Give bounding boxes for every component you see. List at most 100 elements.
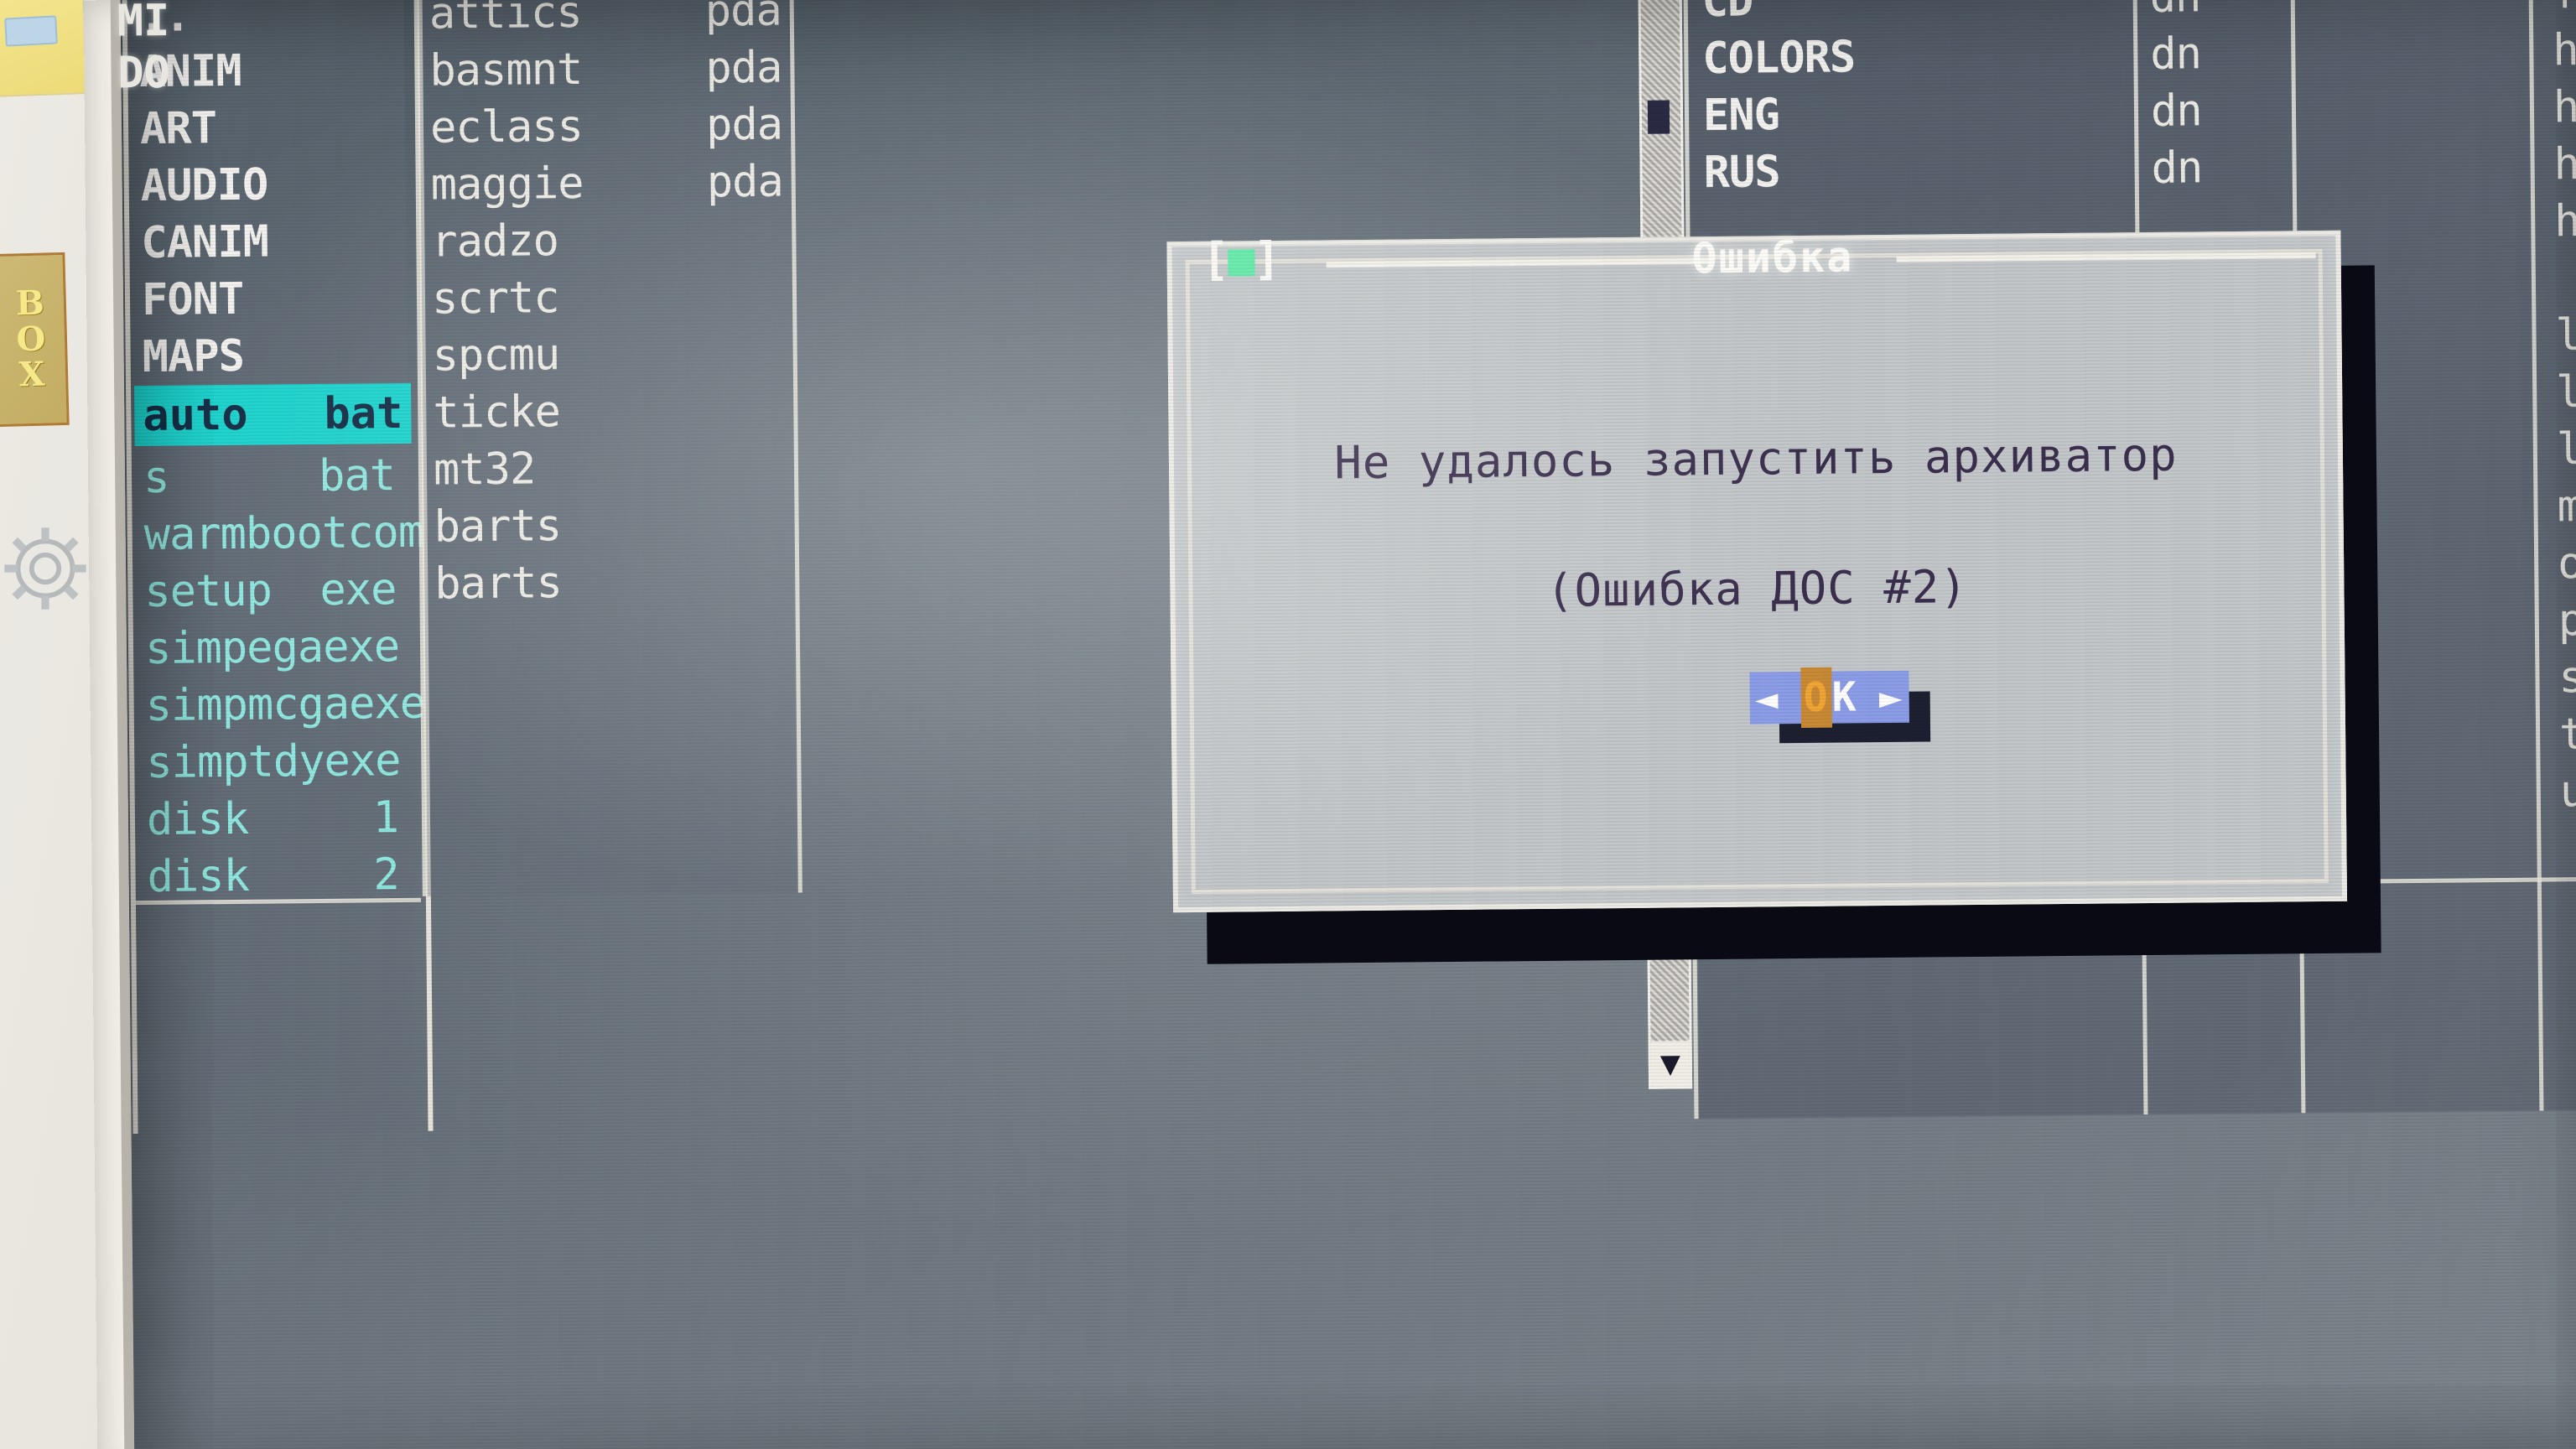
file-ext: prg xyxy=(2558,595,2576,647)
list-item[interactable]: barts xyxy=(434,494,787,558)
file-ext: swp xyxy=(2558,652,2576,704)
list-item[interactable]: basmnt pda xyxy=(429,38,782,101)
file-name: barts xyxy=(434,501,562,553)
ok-label-rest: K xyxy=(1831,673,1858,721)
file-ext: hlp xyxy=(2553,195,2576,247)
title-rule-right xyxy=(1896,252,2316,262)
list-item[interactable]: radzo xyxy=(431,209,784,273)
file-name: attics xyxy=(428,0,582,39)
list-item[interactable]: simpmcga exe xyxy=(145,673,425,736)
file-ext: com xyxy=(346,506,424,558)
list-item[interactable]: ENG xyxy=(1703,81,2123,146)
file-name: spcmu xyxy=(432,330,560,382)
list-item[interactable]: simptdy exe xyxy=(146,730,401,793)
box-sticker: B O X xyxy=(0,252,70,428)
file-name: CANIM xyxy=(141,216,269,268)
list-item[interactable]: COLORS xyxy=(1702,24,2122,89)
file-name: AUDIO xyxy=(140,159,268,211)
file-ext: hg xyxy=(2553,24,2576,76)
list-item-ext: dn xyxy=(2150,23,2277,85)
list-item-ext: hlp xyxy=(2553,132,2576,195)
list-item[interactable]: s bat xyxy=(143,445,396,508)
file-name: disk xyxy=(146,793,249,845)
list-item-ext: mnu xyxy=(2557,475,2576,537)
title-rule-left xyxy=(1326,257,1712,268)
file-ext: pda xyxy=(705,99,783,151)
box-sticker-letter-b: B xyxy=(15,283,45,324)
dialog-message-line1: Не удалось запустить архиватор xyxy=(1333,428,2178,490)
file-name: simpega xyxy=(144,621,324,674)
yellow-sticker xyxy=(0,0,88,97)
file-ext: ovr xyxy=(2557,538,2576,589)
list-item[interactable]: ART xyxy=(140,96,392,159)
file-name: FONT xyxy=(141,273,244,325)
ok-hotkey: O xyxy=(1800,667,1833,728)
file-ext: bat xyxy=(318,450,396,501)
list-item[interactable]: eclass pda xyxy=(430,95,783,158)
file-name: mt32 xyxy=(433,444,536,496)
list-item[interactable]: disk 1 xyxy=(147,787,399,850)
crt-screen: .. ANIM ART AUDIO CANIM FONT MAPS auto b… xyxy=(120,0,2576,1449)
ok-arrow-left-icon: ◄ xyxy=(1754,675,1780,721)
dos-navigator-app: .. ANIM ART AUDIO CANIM FONT MAPS auto b… xyxy=(121,0,2576,1449)
ok-button[interactable]: ◄ O K ► xyxy=(1749,667,1909,728)
file-ext: exe xyxy=(348,678,426,730)
list-item[interactable]: spcmu xyxy=(432,323,785,387)
file-name: barts xyxy=(434,558,563,610)
list-item[interactable]: mt32 xyxy=(434,437,787,501)
file-ext: hlp xyxy=(2553,138,2576,190)
file-ext: dn xyxy=(2150,29,2202,80)
list-item-ext: hlp xyxy=(2554,190,2576,252)
list-item[interactable]: RUS xyxy=(1703,138,2123,203)
list-item[interactable]: scrtc xyxy=(432,266,785,330)
list-item[interactable]: CANIM xyxy=(141,210,393,273)
list-item[interactable]: simpega exe xyxy=(144,616,400,679)
edge-label-line1: MI xyxy=(117,0,170,47)
close-button[interactable]: [■] xyxy=(1202,229,1279,290)
file-name: s xyxy=(143,452,169,503)
file-name: auto xyxy=(143,389,248,441)
file-ext: lng xyxy=(2556,423,2576,475)
dialog-title: Ошибка xyxy=(1691,232,1854,283)
file-name: RUS xyxy=(1703,147,1780,199)
file-ext: his xyxy=(2553,81,2576,133)
file-ext: lng xyxy=(2555,366,2576,418)
list-item-selected[interactable]: auto bat xyxy=(134,382,412,447)
file-ext: tet xyxy=(2558,709,2576,761)
file-ext: dn xyxy=(2151,143,2203,194)
file-ext: 1 xyxy=(372,792,399,844)
file-name: maggie xyxy=(430,158,584,210)
file-name: scrtc xyxy=(431,273,559,325)
file-name: COLORS xyxy=(1702,32,1856,85)
list-item-ext: uwr xyxy=(2559,760,2576,822)
screen-edge-labels: MI DO xyxy=(117,0,210,100)
file-ext: bat xyxy=(324,387,403,439)
edge-label-line2: DO xyxy=(117,47,171,99)
ok-arrow-right-icon: ► xyxy=(1878,673,1904,720)
file-ext: mnu xyxy=(2557,480,2576,532)
list-item[interactable]: AUDIO xyxy=(140,153,392,216)
list-item-ext: hg xyxy=(2553,18,2576,80)
list-item[interactable]: warmboot com xyxy=(143,502,423,565)
file-ext: lng xyxy=(2555,309,2576,361)
file-ext: dn xyxy=(2150,86,2202,137)
list-item[interactable]: FONT xyxy=(142,267,394,330)
list-item[interactable]: maggie pda xyxy=(430,152,783,216)
list-item[interactable]: MAPS xyxy=(142,325,394,387)
error-dialog: [■] Ошибка Не удалось запустить архивато… xyxy=(1166,229,2348,913)
file-name: simptdy xyxy=(146,735,325,788)
file-ext: uwr xyxy=(2559,766,2576,818)
list-item-ext: ovr xyxy=(2558,532,2576,594)
box-sticker-letter-x: X xyxy=(18,354,46,395)
list-item[interactable]: ticke xyxy=(433,380,786,444)
scrollbar-thumb[interactable] xyxy=(1647,100,1670,134)
file-ext: exe xyxy=(322,621,400,673)
scrollbar-down-arrow[interactable]: ▼ xyxy=(1650,1041,1690,1087)
list-item[interactable]: barts xyxy=(434,551,787,615)
file-ext: exe xyxy=(319,564,397,615)
gear-icon xyxy=(0,520,94,617)
dialog-message-line2: (Ошибка ДОС #2) xyxy=(1545,560,1969,617)
list-item-ext: dn xyxy=(2151,80,2277,142)
list-item[interactable]: setup exe xyxy=(144,559,397,622)
file-ext: pda xyxy=(704,0,782,37)
